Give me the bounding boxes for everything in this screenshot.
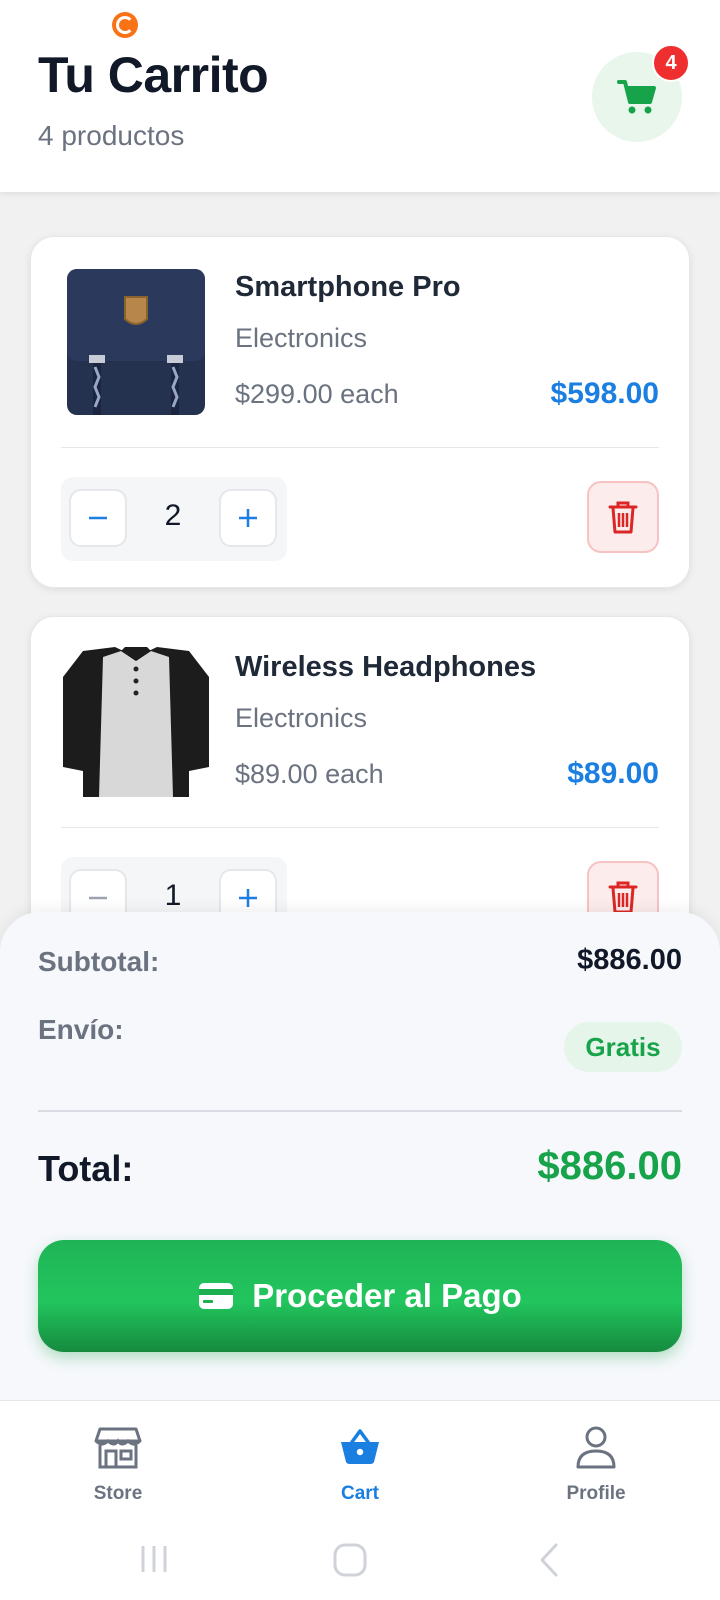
quantity-value: 2 (164, 499, 182, 532)
divider (61, 827, 659, 828)
cart-count-badge: 4 (652, 44, 690, 82)
back-button[interactable] (536, 1542, 562, 1583)
nav-label-cart: Cart (340, 1483, 379, 1504)
divider (38, 1110, 682, 1112)
trash-icon (608, 501, 638, 534)
store-icon (94, 1427, 142, 1469)
nav-label-profile: Profile (566, 1483, 626, 1504)
trash-icon (608, 881, 638, 914)
delete-item-button[interactable] (587, 481, 659, 553)
nav-item-cart[interactable]: Cart (300, 1423, 420, 1505)
header: Tu Carrito 4 productos 4 (0, 0, 720, 192)
unit-price: $89.00 each (235, 759, 384, 789)
basket-icon (341, 1429, 379, 1464)
quantity-value: 1 (164, 879, 182, 912)
credit-card-icon (199, 1283, 234, 1309)
product-category: Electronics (235, 703, 368, 733)
home-button[interactable] (332, 1542, 368, 1583)
cart-item-card: Smartphone Pro Electronics $299.00 each … (30, 236, 690, 588)
system-nav-bar (0, 1524, 720, 1600)
recording-indicator-icon (112, 12, 138, 38)
subtotal-label: Subtotal: (38, 946, 160, 977)
product-name: Smartphone Pro (235, 271, 461, 303)
recent-apps-icon (141, 1546, 167, 1572)
home-icon (333, 1543, 367, 1577)
checkout-button[interactable]: Proceder al Pago (38, 1240, 682, 1352)
backpack-image[interactable] (63, 267, 209, 417)
total-value: $886.00 (537, 1144, 682, 1188)
product-category: Electronics (235, 323, 368, 353)
product-name: Wireless Headphones (235, 651, 537, 683)
item-count: 4 productos (38, 120, 185, 151)
minus-icon (89, 896, 107, 900)
nav-item-profile[interactable]: Profile (536, 1423, 656, 1505)
page-title: Tu Carrito (38, 47, 269, 103)
subtotal-value: $886.00 (577, 944, 682, 976)
line-total: $89.00 (567, 757, 659, 790)
plus-icon (239, 509, 257, 527)
recent-apps-button[interactable] (138, 1542, 170, 1581)
increase-quantity-button[interactable] (219, 489, 277, 547)
shipping-badge: Gratis (564, 1022, 682, 1072)
person-icon (576, 1426, 616, 1469)
back-icon (540, 1543, 558, 1577)
total-label: Total: (38, 1148, 134, 1189)
line-total: $598.00 (550, 377, 659, 410)
shipping-label: Envío: (38, 1014, 124, 1045)
decrease-quantity-button[interactable] (69, 489, 127, 547)
minus-icon (89, 516, 107, 520)
cart-icon (617, 80, 656, 114)
nav-label-store: Store (93, 1483, 143, 1504)
unit-price: $299.00 each (235, 379, 399, 409)
nav-item-store[interactable]: Store (58, 1423, 178, 1505)
order-summary: Subtotal: $886.00 Envío: Gratis Total: $… (0, 912, 720, 1400)
quantity-stepper: 2 (61, 477, 287, 561)
plus-icon (239, 889, 257, 907)
checkout-button-label: Proceder al Pago (252, 1277, 522, 1314)
divider (61, 447, 659, 448)
shirt-image[interactable] (63, 647, 209, 797)
bottom-nav: Store Cart Profile (0, 1400, 720, 1524)
